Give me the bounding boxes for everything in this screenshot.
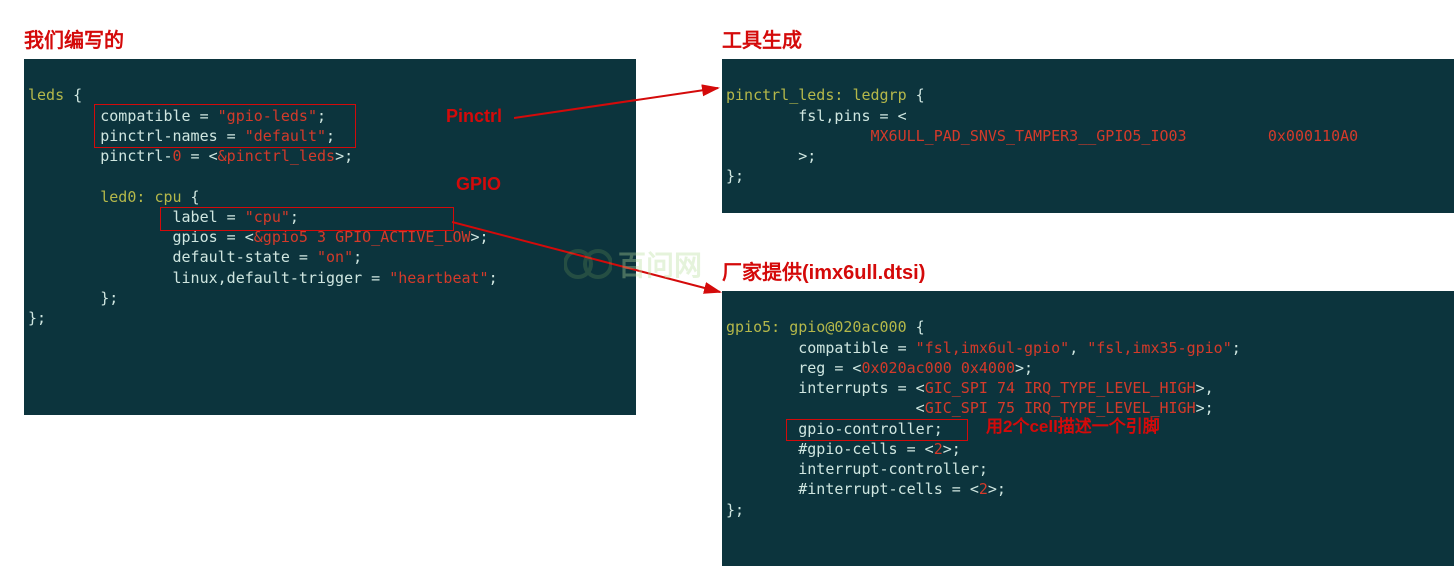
code-text: { (907, 86, 925, 104)
code-text: "fsl,imx35-gpio" (1087, 339, 1232, 357)
heading-right-bottom: 厂家提供(imx6ull.dtsi) (722, 256, 1454, 285)
code-text: }; (726, 501, 744, 519)
code-text (726, 127, 871, 145)
code-text: }; (726, 167, 744, 185)
code-text: GIC_SPI (925, 399, 988, 417)
code-text: #interrupt-cells = < (726, 480, 979, 498)
code-text: pinctrl- (28, 147, 173, 165)
code-text: pinctrl_leds: (726, 86, 843, 104)
code-text: &gpio5 (254, 228, 308, 246)
code-text: gpios = < (28, 228, 254, 246)
code-text: 0 (173, 147, 182, 165)
code-text: "cpu" (245, 208, 290, 226)
code-text (1187, 127, 1268, 145)
code-text: linux,default-trigger = (28, 269, 389, 287)
code-text: "heartbeat" (389, 269, 488, 287)
code-text: IRQ_TYPE_LEVEL_HIGH (1024, 379, 1196, 397)
code-text: GIC_SPI (925, 379, 988, 397)
code-text: 2 (979, 480, 988, 498)
code-text (308, 228, 317, 246)
code-text: >; (335, 147, 353, 165)
code-text (780, 318, 789, 336)
code-text: ; (353, 248, 362, 266)
code-text: >; (471, 228, 489, 246)
code-text: { (182, 188, 200, 206)
code-text: fsl,pins = < (726, 107, 907, 125)
code-text: { (64, 86, 82, 104)
code-text: default-state = (28, 248, 317, 266)
code-text: 0x020ac000 (861, 359, 951, 377)
code-text: compatible = (28, 107, 218, 125)
code-text: ; (1232, 339, 1241, 357)
code-text: { (907, 318, 925, 336)
code-text: GPIO_ACTIVE_LOW (335, 228, 470, 246)
code-text: pinctrl-names = (28, 127, 245, 145)
code-text: >; (943, 440, 961, 458)
code-text: compatible = (726, 339, 916, 357)
code-text: ; (317, 107, 326, 125)
code-text (988, 379, 997, 397)
heading-left: 我们编写的 (24, 24, 634, 53)
code-text: "default" (245, 127, 326, 145)
code-text: ledgrp (852, 86, 906, 104)
code-text (1015, 379, 1024, 397)
annot-gpio: GPIO (456, 174, 501, 195)
code-text: interrupts = < (726, 379, 925, 397)
code-text: led0: (100, 188, 145, 206)
code-text: ; (326, 127, 335, 145)
code-text: ; (489, 269, 498, 287)
annot-pinctrl: Pinctrl (446, 106, 502, 127)
code-text: 0x000110A0 (1268, 127, 1358, 145)
code-text: "gpio-leds" (218, 107, 317, 125)
code-text: >; (726, 147, 816, 165)
code-text: leds (28, 86, 64, 104)
code-text: 74 (997, 379, 1015, 397)
code-text: gpio@020ac000 (789, 318, 906, 336)
codebox-left: leds { compatible = "gpio-leds"; pinctrl… (24, 59, 636, 415)
code-text: interrupt-controller; (726, 460, 988, 478)
code-text: #gpio-cells = < (726, 440, 934, 458)
code-text: 2 (934, 440, 943, 458)
code-text: = < (182, 147, 218, 165)
code-text: MX6ULL_PAD_SNVS_TAMPER3__GPIO5_IO03 (871, 127, 1187, 145)
code-text: ; (290, 208, 299, 226)
code-text (28, 188, 100, 206)
code-text: >; (988, 480, 1006, 498)
code-text: }; (28, 309, 46, 327)
code-text: >; (1196, 399, 1214, 417)
codebox-right-top: pinctrl_leds: ledgrp { fsl,pins = < MX6U… (722, 59, 1454, 213)
code-text: , (1069, 339, 1087, 357)
code-text: }; (28, 289, 118, 307)
heading-right-top: 工具生成 (722, 24, 1442, 53)
code-text: gpio-controller; (726, 420, 943, 438)
code-text: 3 (317, 228, 326, 246)
code-text: gpio5: (726, 318, 780, 336)
code-text: < (726, 399, 925, 417)
code-text: "on" (317, 248, 353, 266)
code-text: label = (28, 208, 245, 226)
code-text (952, 359, 961, 377)
annot-cells: 用2个cell描述一个引脚 (986, 412, 1160, 437)
code-text: "fsl,imx6ul-gpio" (916, 339, 1070, 357)
code-text: &pinctrl_leds (218, 147, 335, 165)
code-text: cpu (154, 188, 181, 206)
code-text: 0x4000 (961, 359, 1015, 377)
code-text: >, (1196, 379, 1214, 397)
code-text (326, 228, 335, 246)
code-text: reg = < (726, 359, 861, 377)
code-text: >; (1015, 359, 1033, 377)
